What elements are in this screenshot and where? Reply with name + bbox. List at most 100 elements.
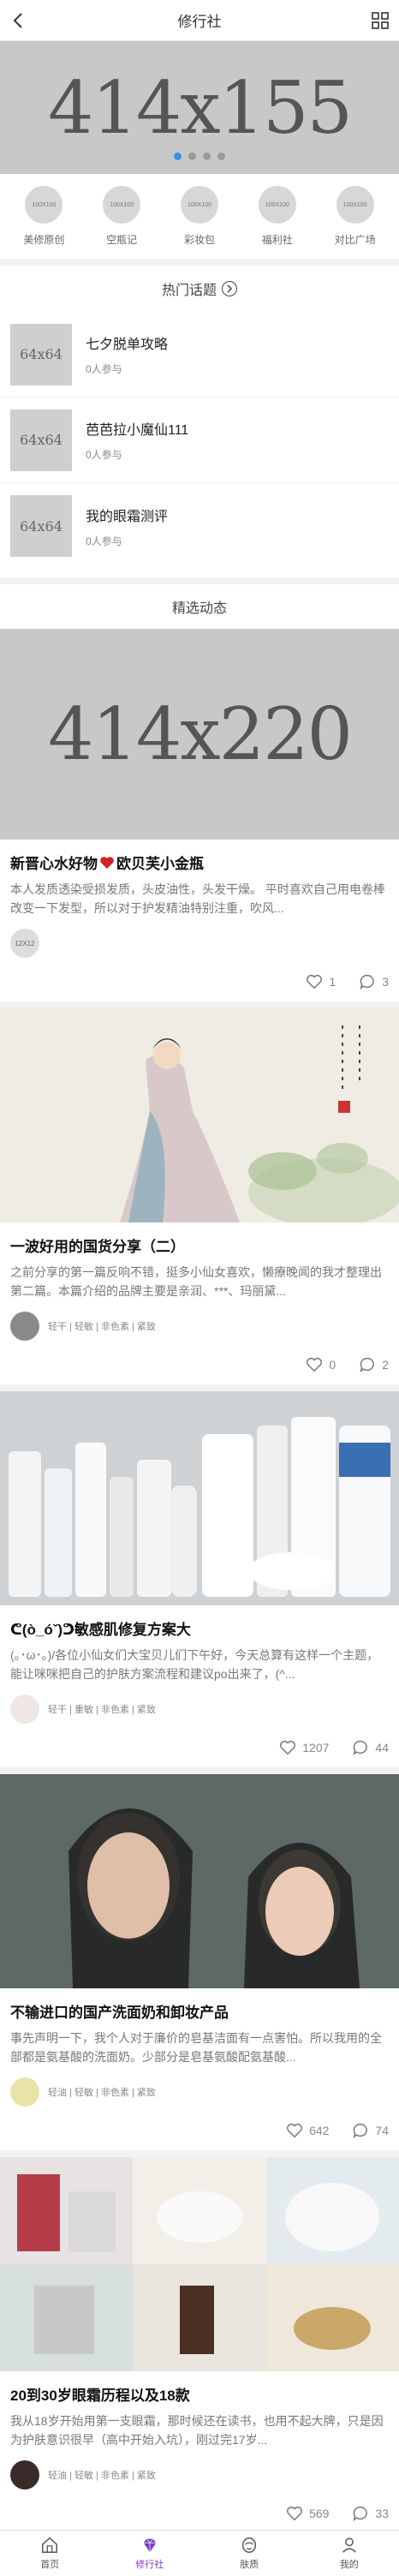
back-arrow-icon[interactable] [9, 10, 29, 31]
comment-icon[interactable] [358, 1355, 377, 1374]
comment-count: 33 [375, 2507, 389, 2520]
banner-placeholder: 414x155 [47, 65, 353, 150]
avatar[interactable] [10, 2460, 39, 2489]
bottom-tab-bar: 首页 修行社 肤质 我的 [0, 2530, 399, 2576]
like-heart-icon[interactable] [285, 2121, 304, 2140]
topic-item[interactable]: 64x64 芭芭拉小魔仙111 0人参与 [0, 397, 399, 483]
like-heart-icon[interactable] [305, 972, 324, 991]
post-author: 轻油 | 轻敏 | 非色素 | 紧致 [0, 2451, 399, 2490]
grid-menu-icon[interactable] [370, 10, 390, 31]
banner-pagination [0, 152, 399, 160]
post-title-text: 新晋心水好物 [10, 856, 98, 872]
like-heart-icon[interactable] [278, 1738, 297, 1757]
comment-icon[interactable] [358, 972, 377, 991]
quick-nav-item[interactable]: 100X100 对比广场 [320, 186, 390, 247]
avatar[interactable]: 12X12 [10, 929, 39, 958]
comment-count: 44 [375, 1741, 389, 1754]
post-image[interactable]: 414x220 [0, 629, 399, 840]
eye-cream-collage-photo [0, 2157, 399, 2371]
post-image[interactable] [0, 1391, 399, 1605]
quick-nav: 100X100 美修原创 100X100 空瓶记 100X100 彩妆包 100… [0, 174, 399, 266]
page-title: 修行社 [177, 14, 222, 30]
feed-post[interactable]: 414x220 新晋心水好物 欧贝芙小金瓶 本人发质透染受损发质，头皮油性，头发… [0, 629, 399, 1008]
post-author: 12X12 [0, 919, 399, 959]
post-excerpt: 事先声明一下，我个人对于廉价的皂基洁面有一点害怕。所以我用的全部都是氨基酸的洗面… [10, 2031, 382, 2064]
post-image[interactable] [0, 1774, 399, 1988]
skin-tags: 轻干 | 重敏 | 非色素 | 紧致 [48, 1705, 156, 1715]
drama-still-photo [0, 1774, 399, 1988]
topic-name: 我的眼霜测评 [86, 509, 169, 524]
skincare-products-photo [0, 1391, 399, 1605]
tab-community[interactable]: 修行社 [100, 2531, 200, 2576]
like-count: 642 [309, 2124, 330, 2137]
post-title: 20到30岁眼霜历程以及18款 [10, 2388, 190, 2404]
feed-post[interactable]: ᕦ(ò_óˇ)ᕤ敏感肌修复方案大 (｡･ω･｡)/各位小仙女们大宝贝儿们下午好，… [0, 1391, 399, 1774]
like-count: 0 [329, 1358, 336, 1372]
tab-label: 修行社 [135, 2560, 164, 2570]
post-title: 一波好用的国货分享（二） [10, 1239, 185, 1255]
post-title: 不输进口的国产洗面奶和卸妆产品 [10, 2005, 229, 2021]
topic-thumbnail: 64x64 [10, 409, 72, 471]
post-excerpt: 之前分享的第一篇反响不错，挺多小仙女喜欢，懒療晚闻的我才整理出第二篇。本篇介绍的… [10, 1265, 382, 1298]
tab-skin[interactable]: 肤质 [200, 2531, 300, 2576]
avatar[interactable] [10, 2077, 39, 2107]
quick-nav-icon: 100X100 [180, 186, 218, 224]
heart-icon [100, 856, 114, 869]
home-icon [42, 2537, 58, 2553]
quick-nav-item[interactable]: 100X100 空瓶记 [86, 186, 157, 247]
post-stats: 0 2 [0, 1342, 399, 1384]
avatar[interactable] [10, 1312, 39, 1341]
like-heart-icon[interactable] [285, 2504, 304, 2523]
quick-nav-icon: 100X100 [25, 186, 63, 224]
post-image[interactable] [0, 2157, 399, 2371]
topic-participants: 0人参与 [86, 363, 122, 375]
quick-nav-icon: 100X100 [103, 186, 141, 224]
post-image[interactable] [0, 1008, 399, 1222]
like-heart-icon[interactable] [305, 1355, 324, 1374]
top-banner[interactable]: 414x155 [0, 41, 399, 174]
nav-header: 修行社 [0, 0, 399, 41]
post-author: 轻干 | 重敏 | 非色素 | 紧致 [0, 1685, 399, 1724]
pagination-dot[interactable] [203, 152, 211, 160]
topic-name: 七夕脱单攻略 [86, 338, 169, 352]
topic-item[interactable]: 64x64 我的眼霜测评 0人参与 [0, 483, 399, 569]
pagination-dot[interactable] [217, 152, 225, 160]
topic-thumbnail: 64x64 [10, 495, 72, 557]
quick-nav-label: 彩妆包 [183, 234, 215, 246]
pagination-dot[interactable] [188, 152, 196, 160]
chevron-right-circle-icon[interactable] [222, 281, 237, 296]
comment-icon[interactable] [351, 1738, 370, 1757]
post-title: ᕦ(ò_óˇ)ᕤ敏感肌修复方案大 [10, 1622, 191, 1638]
feed-post[interactable]: 不输进口的国产洗面奶和卸妆产品 事先声明一下，我个人对于廉价的皂基洁面有一点害怕… [0, 1774, 399, 2157]
tab-home[interactable]: 首页 [0, 2531, 100, 2576]
post-author: 轻油 | 轻敏 | 非色素 | 紧致 [0, 2068, 399, 2107]
comment-count: 74 [375, 2124, 389, 2137]
topic-item[interactable]: 64x64 七夕脱单攻略 0人参与 [0, 312, 399, 397]
post-stats: 1207 44 [0, 1724, 399, 1767]
topic-participants: 0人参与 [86, 535, 122, 547]
feed-post[interactable]: 20到30岁眼霜历程以及18款 我从18岁开始用第一支眼霜，那时候还在读书，也用… [0, 2157, 399, 2540]
tab-profile[interactable]: 我的 [300, 2531, 399, 2576]
like-count: 1207 [302, 1741, 330, 1754]
post-excerpt: 我从18岁开始用第一支眼霜，那时候还在读书，也用不起大牌，只是因为护肤意识很早（… [10, 2414, 384, 2447]
like-count: 1 [329, 975, 336, 989]
comment-count: 2 [382, 1358, 389, 1372]
quick-nav-item[interactable]: 100X100 福利社 [242, 186, 313, 247]
pagination-dot[interactable] [174, 152, 182, 160]
tab-label: 我的 [339, 2560, 359, 2570]
avatar[interactable] [10, 1694, 39, 1724]
comment-icon[interactable] [351, 2504, 370, 2523]
quick-nav-label: 美修原创 [23, 234, 65, 246]
post-excerpt: (｡･ω･｡)/各位小仙女们大宝贝儿们下午好，今天总算有这样一个主题，能让咪咪把… [10, 1648, 379, 1681]
quick-nav-item[interactable]: 100X100 彩妆包 [164, 186, 235, 247]
topic-participants: 0人参与 [86, 449, 122, 461]
hot-topics-title: 热门话题 [161, 284, 217, 298]
comment-icon[interactable] [351, 2121, 370, 2140]
face-icon [242, 2537, 257, 2553]
hot-topics-header[interactable]: 热门话题 [0, 266, 399, 312]
app-page: 修行社 414x155 100X100 美修原创 100X100 空瓶记 100… [0, 0, 399, 2576]
feed-title: 精选动态 [0, 584, 399, 629]
quick-nav-item[interactable]: 100X100 美修原创 [9, 186, 79, 247]
feed-post[interactable]: 一波好用的国货分享（二） 之前分享的第一篇反响不错，挺多小仙女喜欢，懒療晚闻的我… [0, 1008, 399, 1391]
hot-topics-list: 64x64 七夕脱单攻略 0人参与 64x64 芭芭拉小魔仙111 0人参与 6… [0, 312, 399, 584]
